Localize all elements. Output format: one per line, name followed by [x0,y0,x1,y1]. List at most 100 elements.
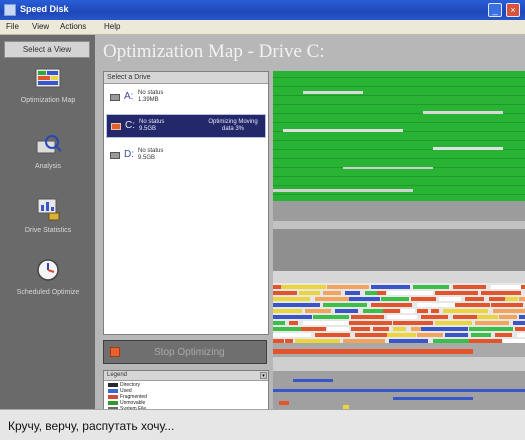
map-block [491,303,523,307]
map-block [381,297,409,301]
menu-view[interactable]: View [32,22,49,31]
map-block [343,339,385,343]
drive-status: No status 9.5GB [138,148,164,161]
drive-list-panel: Select a Drive A: No status 1.39MB C: No … [103,71,269,335]
minimize-button[interactable]: _ [488,3,502,17]
drive-letter: A: [124,91,134,102]
map-block [343,167,433,169]
caption-text: Кручу, верчу, распутать хочу... [8,419,175,433]
drive-icon [110,152,120,159]
map-block [491,285,521,289]
map-block [371,285,410,289]
drive-progress-text: Optimizing Moving data 3% [208,119,258,132]
map-block [349,321,392,325]
map-block [273,95,525,96]
drive-statistics-icon [37,198,60,221]
view-sidebar: Select a View Optimization Map Analysis [0,35,95,409]
map-block [273,194,525,195]
map-block [393,327,406,331]
map-block [273,201,525,221]
map-block [519,297,525,301]
stop-optimizing-button[interactable]: Stop Optimizing [103,340,267,364]
drive-list-header: Select a Drive [104,72,268,84]
map-block [373,327,389,331]
map-block [475,321,509,325]
map-block [493,309,525,313]
legend-panel: Legend ▾ Directory Used Fragmented Unmovabl… [103,370,269,411]
nav-drive-statistics-button[interactable]: Drive Statistics [8,195,88,247]
map-block [521,285,525,289]
map-block [519,315,525,319]
map-block [315,333,350,337]
map-block [323,291,341,295]
menu-help[interactable]: Help [104,22,120,31]
map-block [471,333,491,337]
drive-icon [111,123,121,130]
map-block [345,291,360,295]
map-block [273,291,297,295]
map-block [273,389,525,392]
map-block [273,297,310,301]
menu-actions[interactable]: Actions [60,22,86,31]
map-block [273,333,311,337]
map-block [323,303,367,307]
drive-row-d[interactable]: D: No status 9.5GB [106,144,266,168]
drive-letter: C: [125,120,135,131]
nav-analysis-label: Analysis [34,163,62,170]
screenshot-frame: Speed Disk _ × File View Actions Help Se… [0,0,525,440]
close-button[interactable]: × [506,3,520,17]
map-block [435,291,478,295]
map-block [273,221,525,229]
map-block [273,321,285,325]
map-block [295,339,340,343]
menu-file[interactable]: File [6,22,19,31]
map-block [303,91,363,94]
stop-icon [110,347,120,357]
map-block [273,140,525,141]
map-block [273,339,284,343]
map-block [513,321,525,325]
map-block [273,271,525,283]
map-block [273,176,525,177]
map-block [313,315,349,319]
map-block [273,185,525,186]
map-block [371,303,412,307]
map-block [293,379,333,382]
map-block [273,357,525,371]
map-block [377,291,386,295]
map-block [387,333,416,337]
map-block [411,327,421,331]
map-block [305,309,331,313]
nav-optimization-map-button[interactable]: Optimization Map [8,65,88,117]
map-block [363,309,383,313]
map-block [389,339,428,343]
nav-drive-statistics-label: Drive Statistics [24,227,72,234]
drive-status: No status 1.39MB [138,90,164,103]
nav-scheduled-optimize-button[interactable]: Scheduled Optimize [8,257,88,309]
map-block [469,327,513,331]
menu-bar: File View Actions Help [0,20,525,35]
app-icon [4,4,16,16]
map-block [273,86,525,87]
map-block [299,291,320,295]
map-block [481,291,521,295]
map-block [387,315,417,319]
map-block [351,315,384,319]
map-block [517,333,525,337]
map-block [453,315,477,319]
nav-optimization-map-label: Optimization Map [20,97,76,104]
drive-row-c[interactable]: C: No status 9.5GB Optimizing Moving data… [106,114,266,138]
legend-collapse-button[interactable]: ▾ [260,372,267,379]
map-block [273,158,525,159]
drive-row-a[interactable]: A: No status 1.39MB [106,86,266,110]
nav-analysis-button[interactable]: Analysis [8,131,88,183]
drive-icon [110,94,120,101]
map-block [505,297,518,301]
map-block [469,339,502,343]
caption-bar: Кручу, верчу, распутать хочу... [0,409,525,440]
map-block [301,327,326,331]
map-block [503,339,525,343]
map-block [417,333,443,337]
map-block [273,315,312,319]
map-block [435,321,472,325]
